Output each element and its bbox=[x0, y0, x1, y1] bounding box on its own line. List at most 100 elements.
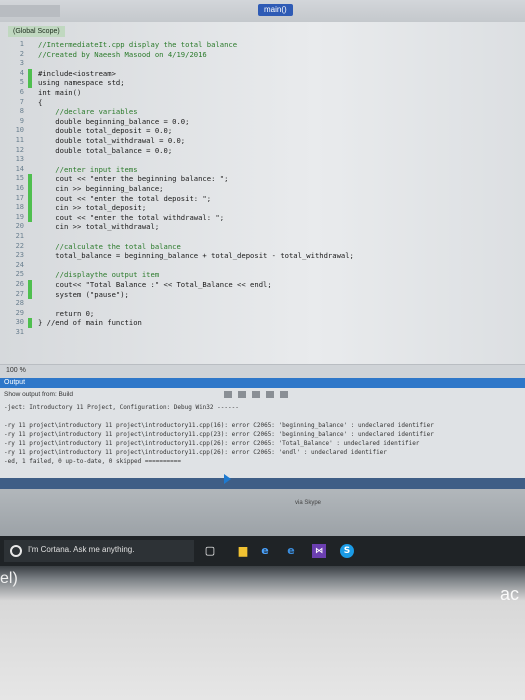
change-marker bbox=[28, 78, 32, 88]
line-number: 22 bbox=[15, 241, 24, 250]
code-line[interactable]: int main() bbox=[38, 88, 81, 97]
change-marker bbox=[28, 280, 32, 290]
output-line: -ry 11 project\introductory 11 project\i… bbox=[4, 422, 434, 429]
next-message-icon[interactable] bbox=[252, 391, 260, 398]
line-number: 29 bbox=[15, 308, 24, 317]
output-line: -ed, 1 failed, 0 up-to-date, 0 skipped =… bbox=[4, 458, 182, 465]
code-line[interactable]: cout << "enter the total deposit: "; bbox=[38, 194, 211, 203]
scope-dropdown[interactable]: (Global Scope) bbox=[8, 26, 65, 37]
line-number: 16 bbox=[15, 184, 24, 192]
line-number: 26 bbox=[15, 280, 24, 288]
lower-panel: via Skype bbox=[0, 474, 525, 536]
line-number: 6 bbox=[19, 88, 24, 96]
cortana-search-box[interactable]: I'm Cortana. Ask me anything. bbox=[4, 540, 194, 562]
line-number: 2 bbox=[19, 49, 24, 58]
line-number: 9 bbox=[19, 116, 24, 125]
find-message-icon[interactable] bbox=[224, 391, 232, 398]
function-dropdown[interactable]: main() bbox=[258, 4, 293, 16]
code-line[interactable]: return 0; bbox=[38, 309, 94, 318]
line-number: 5 bbox=[19, 78, 24, 87]
line-number: 28 bbox=[15, 299, 24, 308]
change-marker bbox=[28, 289, 32, 300]
output-title: Output bbox=[4, 379, 26, 386]
title-bar: main() bbox=[0, 0, 525, 22]
change-marker bbox=[28, 318, 32, 328]
background-text-left: el) bbox=[0, 570, 18, 587]
line-number-gutter: 1 2 3 4 5 6 7 8 9 10 11 12 13 14 15 16 17 18 19 20 21 22 23 24 2… bbox=[0, 40, 34, 342]
zoom-level[interactable]: 100 % bbox=[6, 367, 26, 374]
code-line[interactable]: using namespace std; bbox=[38, 78, 125, 87]
output-line: -ject: Introductory 11 Project, Configur… bbox=[4, 404, 239, 411]
output-line: -ry 11 project\introductory 11 project\i… bbox=[4, 449, 387, 456]
code-editor[interactable]: (Global Scope) 1 2 3 4 5 6 7 8 9 10 11 12 13 14 15 16 17… bbox=[0, 22, 525, 364]
line-number: 8 bbox=[19, 107, 24, 116]
line-number: 3 bbox=[19, 59, 24, 68]
line-number: 23 bbox=[15, 251, 24, 260]
output-title-bar: Output bbox=[0, 378, 525, 388]
change-marker bbox=[28, 193, 32, 204]
code-line[interactable]: double beginning_balance = 0.0; bbox=[38, 117, 189, 126]
code-line[interactable]: cout << "enter the total withdrawal: "; bbox=[38, 213, 224, 222]
clear-all-icon[interactable] bbox=[266, 391, 274, 398]
line-number: 4 bbox=[19, 68, 24, 77]
cortana-placeholder: I'm Cortana. Ask me anything. bbox=[28, 545, 135, 554]
code-line[interactable]: double total_balance = 0.0; bbox=[38, 146, 172, 155]
line-number: 10 bbox=[15, 126, 24, 135]
code-line[interactable]: //enter input items bbox=[38, 165, 137, 174]
line-number: 17 bbox=[15, 193, 24, 202]
code-line[interactable]: //IntermediateIt.cpp display the total b… bbox=[38, 40, 237, 49]
code-line[interactable]: cin >> total_deposit; bbox=[38, 203, 146, 212]
skype-icon[interactable]: S bbox=[340, 544, 354, 558]
line-number: 25 bbox=[15, 270, 24, 279]
file-tabs[interactable] bbox=[0, 5, 60, 17]
code-line[interactable]: cout << "enter the beginning balance: "; bbox=[38, 174, 228, 183]
code-line[interactable]: #include<iostream> bbox=[38, 69, 116, 78]
line-number: 30 bbox=[15, 318, 24, 327]
code-line[interactable]: } //end of main function bbox=[38, 318, 142, 327]
line-number: 14 bbox=[15, 164, 24, 173]
code-line[interactable]: double total_withdrawal = 0.0; bbox=[38, 136, 185, 145]
change-marker bbox=[28, 203, 32, 213]
status-strip bbox=[0, 478, 525, 489]
show-output-from-label[interactable]: Show output from: Build bbox=[4, 391, 73, 398]
line-number: 24 bbox=[15, 260, 24, 269]
code-line[interactable]: { bbox=[38, 98, 42, 107]
word-wrap-icon[interactable] bbox=[280, 391, 288, 398]
code-line[interactable]: //displaythe output item bbox=[38, 270, 159, 279]
code-line[interactable]: cin >> total_withdrawal; bbox=[38, 222, 159, 231]
code-line[interactable]: //Created by Naeesh Masood on 4/19/2016 bbox=[38, 50, 207, 59]
code-line[interactable]: double total_deposit = 0.0; bbox=[38, 126, 172, 135]
line-number: 11 bbox=[15, 136, 24, 144]
background-text-right: ac bbox=[500, 584, 520, 604]
internet-explorer-icon[interactable]: e bbox=[284, 544, 298, 558]
output-panel: Output Show output from: Build -ject: In… bbox=[0, 378, 525, 478]
line-number: 15 bbox=[15, 174, 24, 183]
line-number: 21 bbox=[15, 232, 24, 240]
cortana-icon bbox=[10, 545, 22, 557]
output-toolbar: Show output from: Build bbox=[0, 389, 525, 401]
line-number: 27 bbox=[15, 289, 24, 298]
change-marker bbox=[28, 184, 32, 194]
line-number: 18 bbox=[15, 203, 24, 212]
code-line[interactable]: //calculate the total balance bbox=[38, 242, 181, 251]
visual-studio-icon[interactable]: ⋈ bbox=[312, 544, 326, 558]
file-explorer-icon[interactable]: ▆ bbox=[236, 544, 250, 558]
line-number: 19 bbox=[15, 212, 24, 221]
code-line[interactable]: system ("pause"); bbox=[38, 290, 129, 299]
line-number: 1 bbox=[19, 40, 24, 48]
change-marker bbox=[28, 174, 32, 184]
task-view-icon[interactable]: ▢ bbox=[203, 544, 217, 558]
line-number: 31 bbox=[15, 328, 24, 336]
change-marker bbox=[28, 68, 32, 79]
prev-message-icon[interactable] bbox=[238, 391, 246, 398]
code-line[interactable]: cout<< "Total Balance :" << Total_Balanc… bbox=[38, 280, 271, 289]
monitor-bezel-area: el) ac bbox=[0, 566, 525, 700]
taskbar: I'm Cortana. Ask me anything. ▢ ▆ e e ⋈ … bbox=[0, 536, 525, 566]
via-skype-label: via Skype bbox=[295, 500, 322, 506]
code-line[interactable]: //declare variables bbox=[38, 107, 137, 116]
line-number: 7 bbox=[19, 97, 24, 106]
edge-browser-icon[interactable]: e bbox=[258, 544, 272, 558]
code-line[interactable]: cin >> beginning_balance; bbox=[38, 184, 163, 193]
output-line: -ry 11 project\introductory 11 project\i… bbox=[4, 431, 434, 438]
code-line[interactable]: total_balance = beginning_balance + tota… bbox=[38, 251, 354, 260]
